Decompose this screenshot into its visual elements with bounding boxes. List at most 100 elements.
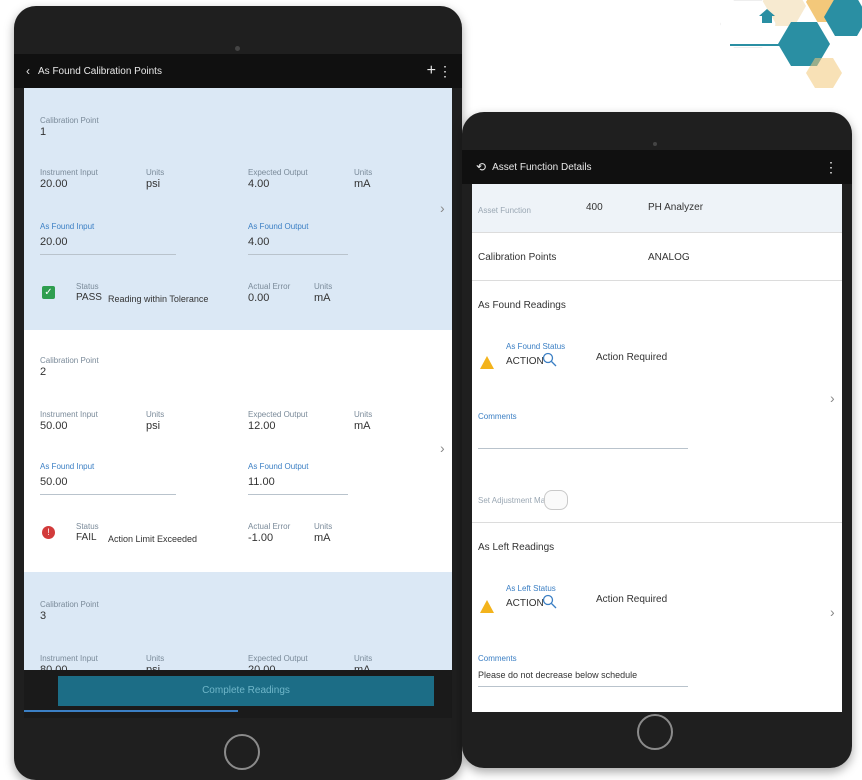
units-value: mA bbox=[314, 292, 331, 304]
input-underline bbox=[40, 494, 176, 495]
as-found-output-field[interactable]: 11.00 bbox=[248, 476, 275, 488]
expected-output-label: Expected Output bbox=[248, 168, 308, 177]
adjustment-toggle[interactable] bbox=[544, 490, 568, 510]
status-value: FAIL bbox=[76, 532, 97, 543]
actual-error-value: -1.00 bbox=[248, 532, 274, 544]
units-label: Units bbox=[354, 168, 373, 177]
units-label: Units bbox=[354, 654, 373, 663]
asset-function-value: 400 bbox=[586, 202, 603, 213]
more-icon[interactable]: ⋮ bbox=[438, 63, 452, 80]
units-label: Units bbox=[314, 282, 333, 291]
warning-icon bbox=[480, 356, 494, 374]
search-icon[interactable] bbox=[542, 594, 558, 615]
calibration-points-value: ANALOG bbox=[648, 252, 690, 263]
comments-field[interactable] bbox=[478, 448, 688, 449]
camera-dot bbox=[653, 142, 657, 146]
calibration-points-label: Calibration Points bbox=[478, 252, 557, 263]
actual-error-value: 0.00 bbox=[248, 292, 270, 304]
asset-function-label: Asset Function bbox=[478, 206, 531, 215]
app-header: ‹ As Found Calibration Points + ⋮ bbox=[14, 54, 462, 88]
instrument-input-label: Instrument Input bbox=[40, 410, 98, 419]
camera-dot bbox=[235, 46, 240, 51]
status-value: PASS bbox=[76, 292, 102, 303]
units-label: Units bbox=[314, 522, 333, 531]
divider bbox=[472, 232, 842, 233]
units-value: mA bbox=[354, 178, 371, 190]
status-label: Status bbox=[76, 282, 99, 291]
page-title: Asset Function Details bbox=[492, 161, 592, 173]
instrument-input-value: 50.00 bbox=[40, 420, 68, 432]
input-underline bbox=[40, 254, 176, 255]
calibration-list: Calibration Point 1 Instrument Input 20.… bbox=[24, 88, 452, 688]
status-description: Reading within Tolerance bbox=[108, 294, 209, 304]
chevron-right-icon[interactable]: › bbox=[830, 390, 835, 406]
as-found-status-value: ACTION bbox=[506, 356, 544, 367]
add-icon[interactable]: + bbox=[427, 62, 436, 80]
cal-point-label: Calibration Point bbox=[40, 356, 99, 365]
expected-output-value: 4.00 bbox=[248, 178, 270, 190]
as-found-input-field[interactable]: 50.00 bbox=[40, 476, 68, 488]
asset-function-description: PH Analyzer bbox=[648, 202, 704, 213]
home-button[interactable] bbox=[224, 734, 260, 770]
units-value: psi bbox=[146, 178, 161, 190]
divider bbox=[472, 522, 842, 523]
actual-error-label: Actual Error bbox=[248, 282, 291, 291]
back-icon[interactable]: ‹ bbox=[26, 64, 30, 78]
calibration-point-card[interactable]: Calibration Point 2 Instrument Input 50.… bbox=[24, 330, 452, 572]
as-left-status-label: As Left Status bbox=[506, 584, 556, 593]
home-button[interactable] bbox=[637, 714, 673, 750]
units-value: psi bbox=[146, 420, 161, 432]
input-underline bbox=[248, 254, 348, 255]
units-label: Units bbox=[146, 168, 165, 177]
comments-underline bbox=[478, 686, 688, 687]
instrument-input-label: Instrument Input bbox=[40, 168, 98, 177]
units-label: Units bbox=[146, 410, 165, 419]
divider bbox=[472, 280, 842, 281]
status-label: Status bbox=[76, 522, 99, 531]
cal-point-label: Calibration Point bbox=[40, 116, 99, 125]
expected-output-label: Expected Output bbox=[248, 410, 308, 419]
instrument-input-label: Instrument Input bbox=[40, 654, 98, 663]
as-found-output-label: As Found Output bbox=[248, 222, 309, 231]
units-label: Units bbox=[354, 410, 373, 419]
as-found-heading: As Found Readings bbox=[478, 300, 566, 311]
chevron-right-icon[interactable]: › bbox=[440, 200, 445, 216]
cal-point-label: Calibration Point bbox=[40, 600, 99, 609]
warning-icon bbox=[480, 600, 494, 618]
fail-icon: ! bbox=[42, 526, 55, 539]
search-icon[interactable] bbox=[542, 352, 558, 373]
more-icon[interactable]: ⋮ bbox=[824, 159, 838, 176]
as-found-status-text: Action Required bbox=[596, 352, 668, 363]
adjustment-toggle-label: Set Adjustment Made bbox=[478, 496, 555, 505]
units-label: Units bbox=[146, 654, 165, 663]
pass-check-icon: ✓ bbox=[42, 286, 55, 299]
as-found-status-label: As Found Status bbox=[506, 342, 566, 351]
as-found-input-label: As Found Input bbox=[40, 222, 95, 231]
as-left-comments-label: Comments bbox=[478, 654, 517, 663]
units-value: mA bbox=[314, 532, 331, 544]
complete-readings-button[interactable]: Complete Readings bbox=[58, 676, 434, 706]
as-left-status-value: ACTION bbox=[506, 598, 544, 609]
status-description: Action Limit Exceeded bbox=[108, 534, 198, 544]
right-tablet: ⟲ Asset Function Details ⋮ Asset Functio… bbox=[462, 112, 852, 768]
as-left-comments-field[interactable]: Please do not decrease below schedule bbox=[478, 670, 637, 680]
decorative-hex-pattern bbox=[720, 0, 862, 90]
as-found-output-field[interactable]: 4.00 bbox=[248, 236, 269, 248]
as-left-heading: As Left Readings bbox=[478, 542, 555, 553]
cal-point-value: 1 bbox=[40, 126, 47, 138]
actual-error-label: Actual Error bbox=[248, 522, 291, 531]
asset-function-details: Asset Function 400 PH Analyzer Calibrati… bbox=[472, 184, 842, 712]
underline-decor bbox=[730, 44, 788, 46]
as-found-comments-label: Comments bbox=[478, 412, 517, 421]
asset-function-row: Asset Function 400 PH Analyzer bbox=[472, 184, 842, 232]
chevron-right-icon[interactable]: › bbox=[440, 440, 445, 456]
app-header: ⟲ Asset Function Details ⋮ bbox=[462, 150, 852, 184]
left-tablet: ‹ As Found Calibration Points + ⋮ Calibr… bbox=[14, 6, 462, 780]
chevron-right-icon[interactable]: › bbox=[830, 604, 835, 620]
instrument-input-value: 20.00 bbox=[40, 178, 68, 190]
as-found-input-field[interactable]: 20.00 bbox=[40, 236, 68, 248]
cal-point-value: 3 bbox=[40, 610, 47, 622]
input-underline bbox=[248, 494, 348, 495]
back-icon[interactable]: ⟲ bbox=[476, 160, 486, 174]
calibration-point-card[interactable]: Calibration Point 1 Instrument Input 20.… bbox=[24, 88, 452, 330]
